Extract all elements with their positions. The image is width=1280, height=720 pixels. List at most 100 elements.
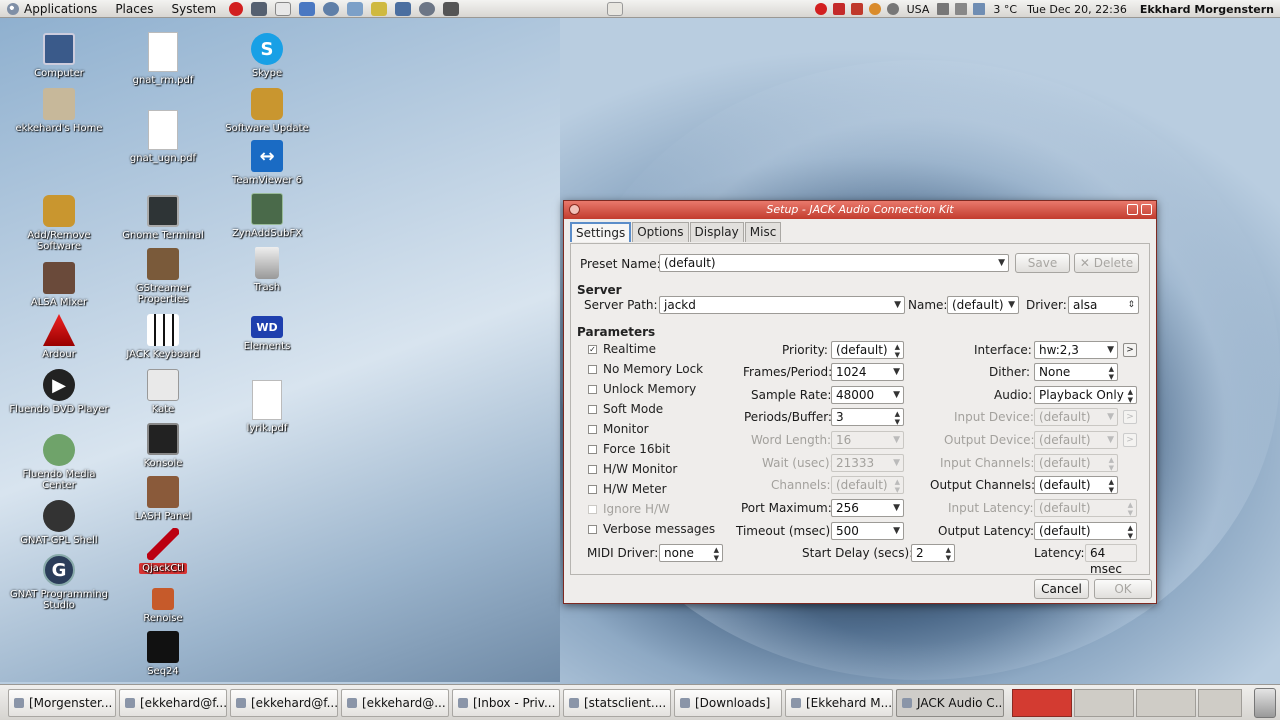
browser-launcher-icon[interactable]: [323, 1, 340, 16]
driver-combo[interactable]: alsa ⇕: [1068, 296, 1139, 314]
frames-period-combo[interactable]: 1024 ▼: [831, 363, 904, 381]
volume-icon[interactable]: [955, 3, 968, 15]
konsole-desktop-icon[interactable]: Konsole: [110, 423, 216, 469]
places-menu[interactable]: Places: [106, 0, 162, 18]
cancel-button[interactable]: Cancel: [1034, 579, 1089, 599]
gnome-terminal-desktop-icon[interactable]: Gnome Terminal: [110, 195, 216, 241]
ardour-desktop-icon[interactable]: Ardour: [6, 314, 112, 360]
fluendo-media-desktop-icon[interactable]: Fluendo Media Center: [6, 434, 112, 491]
gnat-studio-desktop-icon[interactable]: G GNAT Programming Studio: [6, 554, 112, 611]
jack-keyboard-desktop-icon[interactable]: JACK Keyboard: [110, 314, 216, 360]
taskbar-item[interactable]: [statsclient....: [563, 689, 671, 717]
update-tray-icon[interactable]: [850, 3, 863, 15]
lyrik-desktop-icon[interactable]: lyrik.pdf: [214, 380, 320, 434]
output-channels-spinbox[interactable]: (default) ▲ ▼: [1034, 476, 1118, 494]
taskbar-item[interactable]: [ekkehard@f...: [230, 689, 338, 717]
channels-spinbox[interactable]: (default) ▲ ▼: [831, 476, 904, 494]
taskbar-item[interactable]: [Downloads]: [674, 689, 782, 717]
input-device-combo[interactable]: (default) ▼: [1034, 408, 1118, 426]
workspace-3[interactable]: [1136, 689, 1196, 717]
window-titlebar[interactable]: Setup - JACK Audio Connection Kit: [564, 201, 1156, 219]
notes-launcher-icon[interactable]: [299, 1, 316, 16]
input-channels-spinbox[interactable]: (default) ▲ ▼: [1034, 454, 1118, 472]
close-icon[interactable]: [1141, 204, 1152, 215]
kate-desktop-icon[interactable]: Kate: [110, 369, 216, 415]
taskbar-item[interactable]: [Morgenster...: [8, 689, 116, 717]
periods-buffer-spinbox[interactable]: 3 ▲ ▼: [831, 408, 904, 426]
keyboard-layout[interactable]: USA: [907, 3, 930, 16]
force-16bit-checkbox[interactable]: Force 16bit: [588, 442, 670, 456]
gnat-rm-desktop-icon[interactable]: gnat_rm.pdf: [110, 32, 216, 86]
window-menu-icon[interactable]: [569, 204, 580, 215]
interface-select-button[interactable]: >: [1123, 343, 1137, 357]
sample-rate-combo[interactable]: 48000 ▼: [831, 386, 904, 404]
maximize-icon[interactable]: [1127, 204, 1138, 215]
system-menu[interactable]: System: [162, 0, 225, 18]
alert-tray-icon[interactable]: [832, 3, 845, 15]
gnat-launcher-icon[interactable]: [419, 1, 436, 16]
input-device-select-button[interactable]: >: [1123, 410, 1137, 424]
qjackctl-desktop-icon[interactable]: QjackCtl: [110, 528, 216, 574]
output-latency-spinbox[interactable]: (default) ▲ ▼: [1034, 522, 1137, 540]
computer-desktop-icon[interactable]: Computer: [6, 33, 112, 79]
gstreamer-desktop-icon[interactable]: GStreamer Properties: [110, 248, 216, 305]
save-button[interactable]: Save: [1015, 253, 1070, 273]
pidgin-tray-icon[interactable]: [868, 3, 881, 15]
user-switcher[interactable]: Ekkhard Morgenstern: [1140, 3, 1274, 16]
trash-desktop-icon[interactable]: Trash: [214, 247, 320, 293]
output-device-combo[interactable]: (default) ▼: [1034, 431, 1118, 449]
output-device-select-button[interactable]: >: [1123, 433, 1137, 447]
dither-combo[interactable]: None ▲ ▼: [1034, 363, 1118, 381]
notification-icon[interactable]: [607, 2, 623, 16]
interface-combo[interactable]: hw:2,3 ▼: [1034, 341, 1118, 359]
tab-settings[interactable]: Settings: [570, 222, 632, 242]
preset-name-combo[interactable]: (default) ▼: [659, 254, 1009, 272]
pencil-launcher-icon[interactable]: [371, 1, 388, 16]
zyn-desktop-icon[interactable]: ZynAddSubFX: [214, 193, 320, 239]
name-combo[interactable]: (default) ▼: [947, 296, 1019, 314]
workspace-2[interactable]: [1074, 689, 1134, 717]
no-memory-lock-checkbox[interactable]: No Memory Lock: [588, 362, 703, 376]
package-launcher-icon[interactable]: [395, 1, 412, 16]
software-update-desktop-icon[interactable]: Software Update: [214, 88, 320, 134]
audio-combo[interactable]: Playback Only ▲ ▼: [1034, 386, 1137, 404]
tool-launcher-icon[interactable]: [443, 1, 460, 16]
taskbar-item[interactable]: [Inbox - Priv...: [452, 689, 560, 717]
elements-desktop-icon[interactable]: WD Elements: [214, 316, 320, 352]
midi-driver-combo[interactable]: none ▲ ▼: [659, 544, 723, 562]
port-maximum-combo[interactable]: 256 ▼: [831, 499, 904, 517]
ignore-hw-checkbox[interactable]: Ignore H/W: [588, 502, 670, 516]
realtime-checkbox[interactable]: ✓ Realtime: [588, 342, 656, 356]
weather-temperature[interactable]: 3 °C: [993, 3, 1017, 16]
home-desktop-icon[interactable]: ekkehard's Home: [6, 88, 112, 134]
alsa-desktop-icon[interactable]: ALSA Mixer: [6, 262, 112, 308]
hw-meter-checkbox[interactable]: H/W Meter: [588, 482, 667, 496]
opera-tray-icon[interactable]: [814, 3, 827, 15]
network-launcher-icon[interactable]: [347, 1, 364, 16]
tab-options[interactable]: Options: [632, 222, 689, 242]
network-tray-icon[interactable]: [973, 3, 986, 15]
soft-mode-checkbox[interactable]: Soft Mode: [588, 402, 663, 416]
seq24-desktop-icon[interactable]: Seq24: [110, 631, 216, 677]
input-latency-spinbox[interactable]: (default) ▲ ▼: [1034, 499, 1137, 517]
trash-applet-icon[interactable]: [1254, 688, 1276, 718]
clock[interactable]: Tue Dec 20, 22:36: [1027, 3, 1127, 16]
delete-button[interactable]: ✕ Delete: [1074, 253, 1139, 273]
renoise-desktop-icon[interactable]: Renoise: [110, 588, 216, 624]
applications-menu[interactable]: Applications: [0, 0, 106, 18]
hw-monitor-checkbox[interactable]: H/W Monitor: [588, 462, 677, 476]
taskbar-item[interactable]: [Ekkehard M...: [785, 689, 893, 717]
add-remove-desktop-icon[interactable]: Add/Remove Software: [6, 195, 112, 252]
word-length-combo[interactable]: 16 ▼: [831, 431, 904, 449]
timeout-combo[interactable]: 500 ▼: [831, 522, 904, 540]
priority-spinbox[interactable]: (default) ▲ ▼: [831, 341, 904, 359]
tab-misc[interactable]: Misc: [744, 222, 782, 242]
power-tray-icon[interactable]: [886, 3, 899, 15]
opera-launcher-icon[interactable]: [229, 1, 244, 16]
tab-display[interactable]: Display: [689, 222, 744, 242]
workspace-1[interactable]: [1012, 689, 1072, 717]
taskbar-item[interactable]: [ekkehard@...: [341, 689, 449, 717]
gnat-ugn-desktop-icon[interactable]: gnat_ugn.pdf: [110, 110, 216, 164]
verbose-checkbox[interactable]: Verbose messages: [588, 522, 715, 536]
display-tray-icon[interactable]: [937, 3, 950, 15]
